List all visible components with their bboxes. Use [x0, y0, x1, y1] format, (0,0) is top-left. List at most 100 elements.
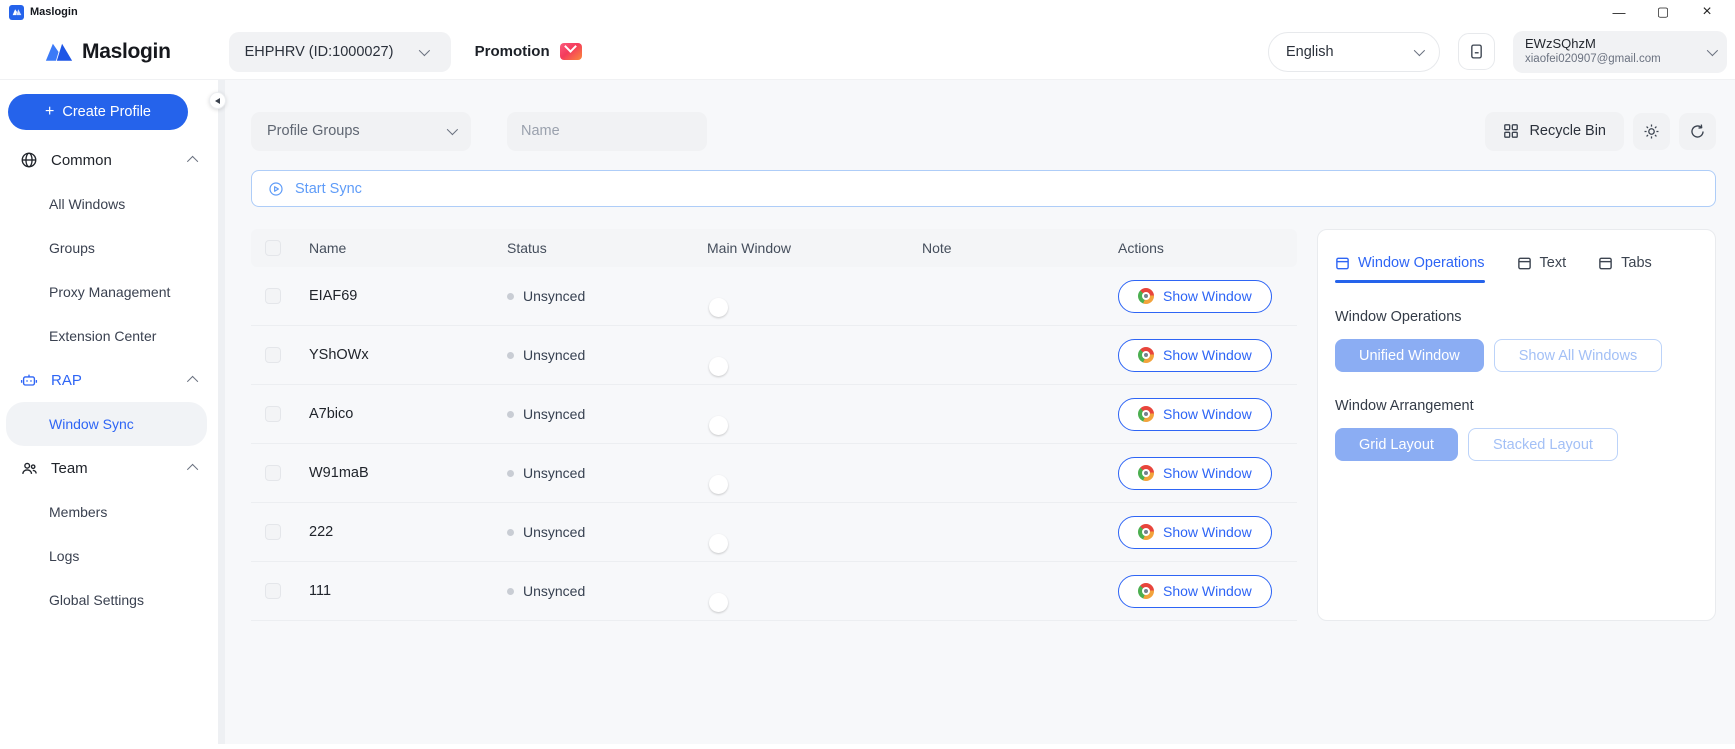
tab-label: Window Operations	[1358, 255, 1485, 271]
chrome-icon	[1138, 583, 1154, 599]
row-checkbox[interactable]	[265, 406, 281, 422]
sidebar-section-rap[interactable]: RAP	[0, 358, 218, 402]
show-window-label: Show Window	[1163, 347, 1252, 363]
sync-status: Unsynced	[507, 347, 707, 363]
sidebar-item-extension-center[interactable]: Extension Center	[0, 314, 218, 358]
workspace-label: EHPHRV (ID:1000027)	[245, 44, 394, 60]
status-dot-icon	[507, 588, 514, 595]
sidebar-item-global-settings[interactable]: Global Settings	[0, 578, 218, 622]
sidebar-item-groups[interactable]: Groups	[0, 226, 218, 270]
show-all-windows-button[interactable]: Show All Windows	[1494, 339, 1662, 372]
unified-window-button[interactable]: Unified Window	[1335, 339, 1484, 372]
column-header-name: Name	[309, 240, 507, 256]
profiles-table: Name Status Main Window Note Actions EIA…	[251, 229, 1297, 621]
profile-groups-label: Profile Groups	[267, 123, 360, 139]
sidebar-scrollbar[interactable]	[218, 80, 225, 749]
show-window-button[interactable]: Show Window	[1118, 339, 1272, 372]
show-window-label: Show Window	[1163, 465, 1252, 481]
status-dot-icon	[507, 411, 514, 418]
chevron-down-icon	[419, 44, 430, 55]
language-selector[interactable]: English	[1268, 32, 1440, 72]
chevron-up-icon	[187, 464, 198, 475]
app-header: Maslogin EHPHRV (ID:1000027) Promotion E…	[0, 24, 1735, 80]
tab-text[interactable]: Text	[1517, 255, 1567, 283]
recycle-bin-button[interactable]: Recycle Bin	[1485, 112, 1624, 151]
main-content: Profile Groups Recycle Bin	[225, 80, 1735, 749]
sidebar-collapse-button[interactable]	[209, 92, 226, 109]
row-checkbox[interactable]	[265, 465, 281, 481]
column-header-main-window: Main Window	[707, 240, 922, 256]
account-menu[interactable]: EWzSQhzM xiaofei020907@gmail.com	[1513, 31, 1727, 73]
close-button[interactable]: ×	[1685, 1, 1729, 23]
show-window-button[interactable]: Show Window	[1118, 398, 1272, 431]
status-text: Unsynced	[523, 583, 585, 599]
chrome-icon	[1138, 406, 1154, 422]
row-checkbox[interactable]	[265, 583, 281, 599]
sidebar-item-logs[interactable]: Logs	[0, 534, 218, 578]
select-all-checkbox[interactable]	[265, 240, 281, 256]
chrome-icon	[1138, 524, 1154, 540]
refresh-button[interactable]	[1679, 113, 1716, 150]
window-icon	[1517, 256, 1532, 271]
workspace-selector[interactable]: EHPHRV (ID:1000027)	[229, 32, 451, 72]
sidebar-section-common[interactable]: Common	[0, 138, 218, 182]
sidebar-item-proxy-management[interactable]: Proxy Management	[0, 270, 218, 314]
profile-name: W91maB	[309, 465, 507, 481]
status-dot-icon	[507, 529, 514, 536]
chevron-down-icon	[1414, 44, 1425, 55]
sidebar-section-team[interactable]: Team	[0, 446, 218, 490]
gear-icon	[1643, 123, 1660, 140]
language-label: English	[1286, 44, 1334, 60]
create-profile-button[interactable]: + Create Profile	[8, 94, 188, 130]
start-sync-button[interactable]: Start Sync	[251, 170, 1716, 207]
profile-name: A7bico	[309, 406, 507, 422]
tab-tabs[interactable]: Tabs	[1598, 255, 1652, 283]
window-operations-panel: Window Operations Text Tabs	[1317, 229, 1716, 621]
tab-window-operations[interactable]: Window Operations	[1335, 255, 1485, 283]
table-row: A7bico Unsynced Show Window	[251, 385, 1297, 444]
sidebar-item-members[interactable]: Members	[0, 490, 218, 534]
show-window-button[interactable]: Show Window	[1118, 575, 1272, 608]
docs-button[interactable]	[1458, 33, 1495, 70]
status-text: Unsynced	[523, 406, 585, 422]
column-header-note: Note	[922, 240, 1118, 256]
table-row: W91maB Unsynced Show Window	[251, 444, 1297, 503]
row-checkbox[interactable]	[265, 288, 281, 304]
profile-groups-dropdown[interactable]: Profile Groups	[251, 112, 471, 151]
window-title: Maslogin	[30, 6, 78, 18]
settings-button[interactable]	[1633, 113, 1670, 150]
brand-logo-icon	[45, 41, 73, 63]
account-name: EWzSQhzM	[1525, 36, 1661, 52]
show-window-button[interactable]: Show Window	[1118, 280, 1272, 313]
grid-layout-button[interactable]: Grid Layout	[1335, 428, 1458, 461]
column-header-actions: Actions	[1118, 240, 1297, 256]
search-input[interactable]	[521, 123, 708, 139]
stacked-layout-button[interactable]: Stacked Layout	[1468, 428, 1618, 461]
start-sync-label: Start Sync	[295, 181, 362, 197]
chevron-up-icon	[187, 156, 198, 167]
profile-name: YShOWx	[309, 347, 507, 363]
tab-label: Text	[1540, 255, 1567, 271]
row-checkbox[interactable]	[265, 524, 281, 540]
show-window-button[interactable]: Show Window	[1118, 457, 1272, 490]
window-arrangement-heading: Window Arrangement	[1335, 398, 1698, 414]
table-row: EIAF69 Unsynced Show Window	[251, 267, 1297, 326]
sidebar-item-all-windows[interactable]: All Windows	[0, 182, 218, 226]
row-checkbox[interactable]	[265, 347, 281, 363]
show-window-button[interactable]: Show Window	[1118, 516, 1272, 549]
profile-name: EIAF69	[309, 288, 507, 304]
sidebar-item-window-sync[interactable]: Window Sync	[6, 402, 207, 446]
sync-status: Unsynced	[507, 583, 707, 599]
chrome-icon	[1138, 347, 1154, 363]
minimize-button[interactable]: —	[1597, 1, 1641, 23]
create-profile-label: Create Profile	[62, 104, 151, 120]
promotion-link[interactable]: Promotion	[475, 43, 582, 60]
maximize-button[interactable]: ▢	[1641, 1, 1685, 23]
column-header-status: Status	[507, 240, 707, 256]
show-window-label: Show Window	[1163, 288, 1252, 304]
tab-label: Tabs	[1621, 255, 1652, 271]
chrome-icon	[1138, 465, 1154, 481]
play-circle-icon	[268, 181, 284, 197]
chevron-left-icon	[215, 98, 220, 104]
refresh-icon	[1689, 123, 1706, 140]
